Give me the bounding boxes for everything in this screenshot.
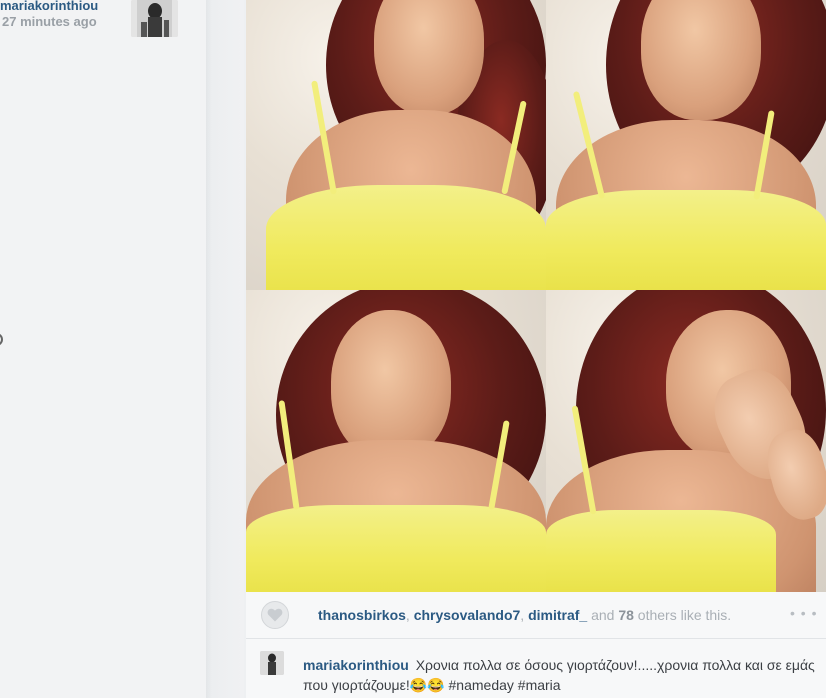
owner-avatar[interactable] bbox=[131, 0, 178, 37]
liker-link-3[interactable]: dimitraf_ bbox=[528, 607, 587, 623]
likes-summary: thanosbirkos, chrysovalando7, dimitraf_ … bbox=[318, 607, 731, 623]
owner-username-link[interactable]: mariakorinthiou bbox=[0, 0, 98, 13]
caption-text: mariakorinthiou Χρονια πολλα σε όσους γι… bbox=[303, 655, 818, 695]
post-photo[interactable] bbox=[246, 0, 826, 592]
liker-link-2[interactable]: chrysovalando7 bbox=[414, 607, 521, 623]
photo-tile-3 bbox=[246, 290, 546, 592]
nav-circle-icon[interactable] bbox=[0, 333, 3, 346]
like-button[interactable] bbox=[261, 601, 289, 629]
photo-tile-2 bbox=[546, 0, 826, 290]
likes-others-count[interactable]: 78 bbox=[618, 607, 634, 623]
photo-tile-4 bbox=[546, 290, 826, 592]
likes-and: and bbox=[587, 607, 619, 623]
likes-separator: , bbox=[520, 607, 529, 623]
sidebar: mariakorinthiou 27 minutes ago bbox=[0, 0, 206, 698]
likes-separator: , bbox=[405, 607, 414, 623]
caption-username-link[interactable]: mariakorinthiou bbox=[303, 657, 409, 673]
sidebar-divider bbox=[206, 0, 244, 698]
caption-area: mariakorinthiou Χρονια πολλα σε όσους γι… bbox=[246, 639, 826, 698]
post-timestamp[interactable]: 27 minutes ago bbox=[2, 14, 97, 29]
caption-avatar[interactable] bbox=[260, 651, 284, 675]
heart-icon bbox=[267, 608, 283, 622]
photo-tile-1 bbox=[246, 0, 546, 290]
likes-bar: thanosbirkos, chrysovalando7, dimitraf_ … bbox=[246, 592, 826, 639]
likes-others-suffix: others like this. bbox=[633, 607, 732, 623]
liker-link-1[interactable]: thanosbirkos bbox=[318, 607, 406, 623]
more-dots-icon[interactable]: • • • bbox=[790, 605, 817, 621]
